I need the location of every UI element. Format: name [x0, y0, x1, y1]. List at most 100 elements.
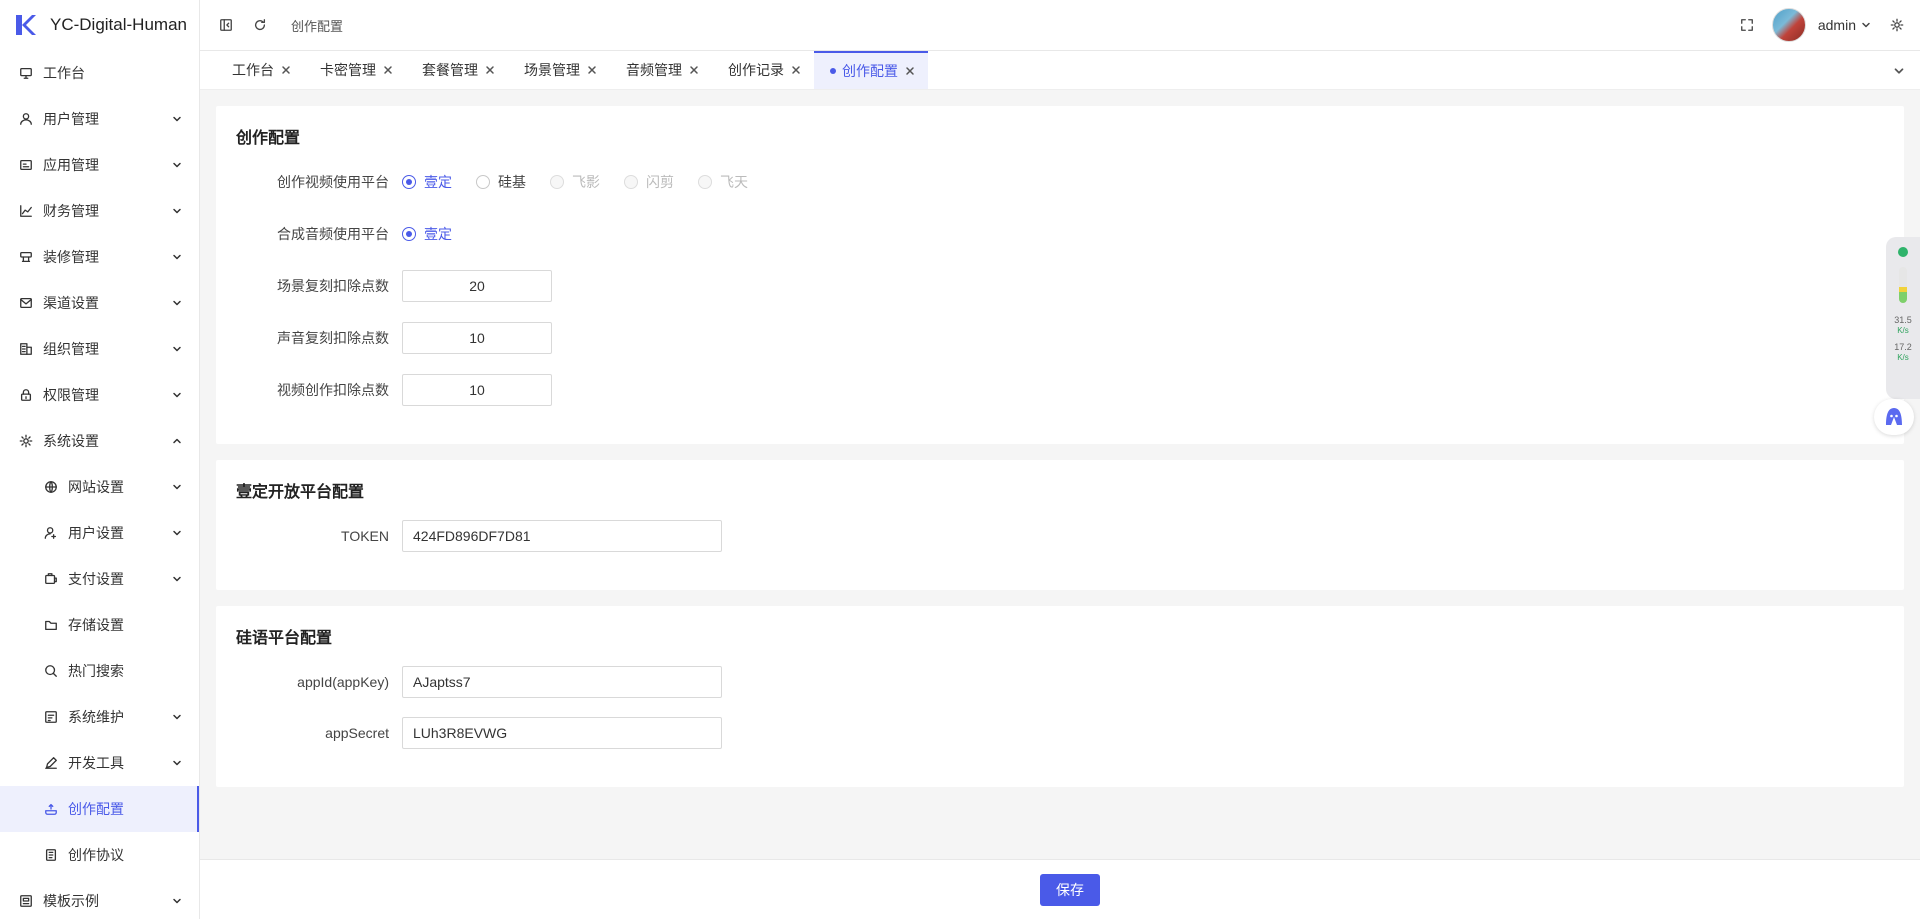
- chevron-down-icon: [171, 527, 183, 539]
- sidebar-item-organization[interactable]: 组织管理: [0, 326, 199, 372]
- logo[interactable]: YC-Digital-Human: [0, 0, 199, 50]
- download-speed: 17.2 K/s: [1894, 342, 1912, 363]
- chevron-down-icon[interactable]: [1860, 16, 1872, 34]
- sidebar: YC-Digital-Human 工作台 用户管理 应用管理 财务管理 装修管理: [0, 0, 200, 919]
- lock-icon: [18, 387, 34, 403]
- radio-label: 闪剪: [646, 174, 674, 190]
- network-monitor-widget[interactable]: 31.5 K/s 17.2 K/s: [1886, 237, 1920, 399]
- tab-label: 创作配置: [842, 63, 898, 79]
- close-icon[interactable]: [484, 64, 496, 76]
- scene-clone-points-input[interactable]: [402, 270, 552, 302]
- save-button[interactable]: 保存: [1040, 873, 1100, 906]
- download-speed-value: 17.2: [1894, 342, 1912, 352]
- card-title: 硅语平台配置: [236, 630, 333, 647]
- card-title: 创作配置: [236, 130, 301, 147]
- sidebar-item-label: 渠道设置: [43, 295, 99, 311]
- app-id-input[interactable]: [402, 666, 722, 698]
- sidebar-item-creation-agreement[interactable]: 创作协议: [0, 832, 199, 878]
- radio-label: 飞影: [572, 174, 600, 190]
- close-icon[interactable]: [280, 64, 292, 76]
- tab-audio-management[interactable]: 音频管理: [610, 51, 712, 89]
- sidebar-item-user-settings[interactable]: 用户设置: [0, 510, 199, 556]
- sidebar-item-creation-config[interactable]: 创作配置: [0, 786, 199, 832]
- chevron-down-icon[interactable]: [1892, 64, 1906, 78]
- video-platform-label: 创作视频使用平台: [277, 174, 389, 190]
- fullscreen-icon[interactable]: [1738, 16, 1756, 34]
- tab-creation-config[interactable]: 创作配置: [814, 51, 928, 89]
- sidebar-item-label: 模板示例: [43, 893, 99, 909]
- close-icon[interactable]: [382, 64, 394, 76]
- breadcrumb[interactable]: 创作配置: [291, 16, 343, 35]
- chevron-down-icon: [171, 757, 183, 769]
- sidebar-item-channels[interactable]: 渠道设置: [0, 280, 199, 326]
- close-icon[interactable]: [790, 64, 802, 76]
- tab-scene-management[interactable]: 场景管理: [508, 51, 610, 89]
- collapse-sidebar-icon[interactable]: [217, 16, 235, 34]
- main-content: 创作配置 创作视频使用平台 壹定 硅基 飞影 闪剪 飞天 合成音频使用平台 壹定…: [200, 90, 1920, 859]
- sidebar-item-website-settings[interactable]: 网站设置: [0, 464, 199, 510]
- username[interactable]: admin: [1818, 17, 1856, 33]
- maintenance-icon: [43, 709, 59, 725]
- radio-label: 飞天: [720, 174, 748, 190]
- upload-speed-value: 31.5: [1894, 315, 1912, 325]
- radio-audio-yiding[interactable]: 壹定: [402, 224, 452, 244]
- tab-workbench[interactable]: 工作台: [216, 51, 304, 89]
- sidebar-item-workbench[interactable]: 工作台: [0, 50, 199, 96]
- sidebar-item-storage-settings[interactable]: 存储设置: [0, 602, 199, 648]
- chevron-down-icon: [171, 343, 183, 355]
- sidebar-item-label: 工作台: [43, 65, 85, 81]
- sidebar-menu: 工作台 用户管理 应用管理 财务管理 装修管理 渠道设置 组织管理 权限管理 系…: [0, 50, 199, 919]
- sidebar-item-users[interactable]: 用户管理: [0, 96, 199, 142]
- sidebar-item-system-settings[interactable]: 系统设置: [0, 418, 199, 464]
- top-header: 创作配置 admin: [200, 0, 1920, 51]
- sidebar-item-payment-settings[interactable]: 支付设置: [0, 556, 199, 602]
- avatar[interactable]: [1771, 8, 1806, 42]
- building-icon: [18, 341, 34, 357]
- sidebar-item-label: 支付设置: [68, 571, 124, 587]
- app-secret-input[interactable]: [402, 717, 722, 749]
- sidebar-item-permissions[interactable]: 权限管理: [0, 372, 199, 418]
- sidebar-item-label: 组织管理: [43, 341, 99, 357]
- token-input[interactable]: [402, 520, 722, 552]
- refresh-icon[interactable]: [251, 16, 269, 34]
- active-dot: [830, 68, 836, 74]
- close-icon[interactable]: [904, 65, 916, 77]
- sidebar-item-apps[interactable]: 应用管理: [0, 142, 199, 188]
- tab-package-management[interactable]: 套餐管理: [406, 51, 508, 89]
- sidebar-item-hot-search[interactable]: 热门搜索: [0, 648, 199, 694]
- sidebar-item-dev-tools[interactable]: 开发工具: [0, 740, 199, 786]
- tab-label: 场景管理: [524, 62, 580, 78]
- video-platform-row: 创作视频使用平台 壹定 硅基 飞影 闪剪 飞天: [236, 166, 1884, 198]
- radio-yiding[interactable]: 壹定: [402, 172, 452, 192]
- guiyu-config-card: 硅语平台配置 appId(appKey) appSecret: [216, 606, 1904, 787]
- sidebar-item-label: 开发工具: [68, 755, 124, 771]
- chevron-down-icon: [171, 159, 183, 171]
- creation-config-card: 创作配置 创作视频使用平台 壹定 硅基 飞影 闪剪 飞天 合成音频使用平台 壹定…: [216, 106, 1904, 444]
- radio-circle: [476, 175, 490, 189]
- sidebar-item-system-maintenance[interactable]: 系统维护: [0, 694, 199, 740]
- app-secret-row: appSecret: [236, 717, 1884, 749]
- sidebar-item-label: 网站设置: [68, 479, 124, 495]
- video-creation-points-input[interactable]: [402, 374, 552, 406]
- card-title: 壹定开放平台配置: [236, 484, 365, 501]
- voice-clone-points-input[interactable]: [402, 322, 552, 354]
- tab-creation-records[interactable]: 创作记录: [712, 51, 814, 89]
- audio-platform-label: 合成音频使用平台: [277, 226, 389, 242]
- tab-card-management[interactable]: 卡密管理: [304, 51, 406, 89]
- radio-circle: [402, 175, 416, 189]
- sidebar-item-decoration[interactable]: 装修管理: [0, 234, 199, 280]
- sidebar-item-templates[interactable]: 模板示例: [0, 878, 199, 919]
- close-icon[interactable]: [586, 64, 598, 76]
- chevron-up-icon: [171, 435, 183, 447]
- speed-unit: K/s: [1897, 353, 1909, 362]
- sidebar-item-label: 存储设置: [68, 617, 124, 633]
- app-title: YC-Digital-Human: [50, 15, 187, 34]
- chevron-down-icon: [171, 205, 183, 217]
- close-icon[interactable]: [688, 64, 700, 76]
- voice-clone-points-row: 声音复刻扣除点数: [236, 322, 1884, 354]
- radio-guiji[interactable]: 硅基: [476, 172, 526, 192]
- sidebar-item-finance[interactable]: 财务管理: [0, 188, 199, 234]
- pen-icon: [43, 755, 59, 771]
- ai-assistant-button[interactable]: [1874, 399, 1914, 435]
- gear-icon[interactable]: [1888, 16, 1906, 34]
